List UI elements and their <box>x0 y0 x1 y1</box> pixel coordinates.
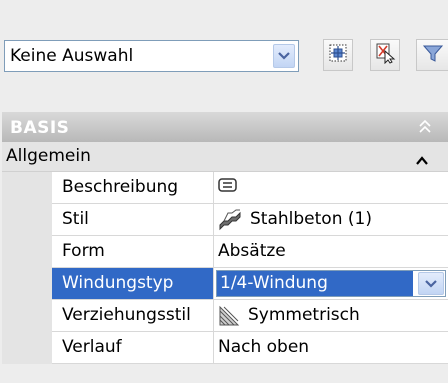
property-row-verlauf[interactable]: Verlauf Nach oben <box>2 332 448 364</box>
property-name: Form <box>52 236 214 268</box>
selection-value: Keine Auswahl <box>10 46 134 66</box>
selection-dropdown[interactable]: Keine Auswahl <box>4 40 299 72</box>
stair-style-icon <box>218 209 242 236</box>
property-grid: Beschreibung Stil Stahlbeton (1) Form Ab… <box>2 172 448 364</box>
property-name: Stil <box>52 204 214 236</box>
double-chevron-up-icon[interactable] <box>418 118 432 139</box>
property-name: Verziehungsstil <box>52 300 214 332</box>
chevron-up-icon[interactable] <box>416 150 428 170</box>
description-icon[interactable] <box>218 177 238 198</box>
section-header-basis[interactable]: BASIS <box>2 112 448 142</box>
quick-select-button[interactable] <box>323 39 353 71</box>
filter-button[interactable] <box>416 39 448 71</box>
select-objects-button[interactable] <box>370 39 400 71</box>
select-objects-icon <box>374 42 396 69</box>
dropdown-value: 1/4-Windung <box>217 271 413 296</box>
property-name: Verlauf <box>52 332 214 364</box>
category-allgemein[interactable]: Allgemein <box>2 142 448 172</box>
property-value[interactable]: Nach oben <box>214 332 448 364</box>
winder-style-icon <box>218 305 240 332</box>
property-value[interactable]: Stahlbeton (1) <box>214 204 448 236</box>
category-title: Allgemein <box>6 146 91 166</box>
windungstyp-dropdown[interactable]: 1/4-Windung <box>216 270 446 297</box>
section-title: BASIS <box>10 118 70 138</box>
quick-select-icon <box>327 42 349 69</box>
property-name: Windungstyp <box>52 268 214 300</box>
property-row-beschreibung[interactable]: Beschreibung <box>2 172 448 204</box>
property-row-verziehungsstil[interactable]: Verziehungsstil Symmetrisch <box>2 300 448 332</box>
property-value[interactable]: Absätze <box>214 236 448 268</box>
property-row-form[interactable]: Form Absätze <box>2 236 448 268</box>
property-value[interactable]: Symmetrisch <box>214 300 448 332</box>
property-row-stil[interactable]: Stil Stahlbeton (1) <box>2 204 448 236</box>
property-row-windungstyp[interactable]: Windungstyp 1/4-Windung <box>2 268 448 300</box>
chevron-down-icon[interactable] <box>273 44 295 68</box>
chevron-down-icon[interactable] <box>418 272 444 295</box>
property-value[interactable] <box>214 172 448 204</box>
property-name: Beschreibung <box>52 172 214 204</box>
property-value[interactable]: 1/4-Windung <box>214 268 448 300</box>
filter-icon <box>422 42 444 69</box>
